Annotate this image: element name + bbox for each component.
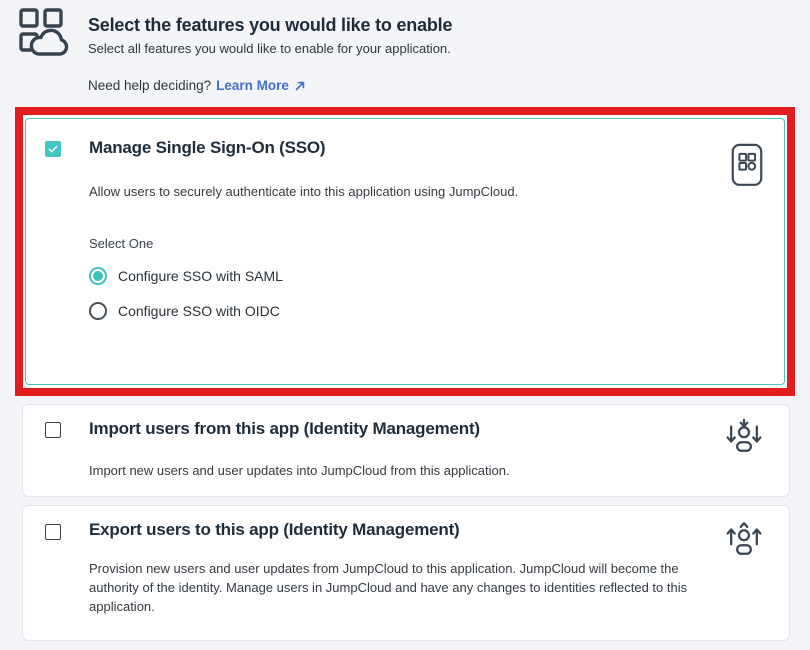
feature-title-sso: Manage Single Sign-On (SSO) bbox=[89, 138, 325, 158]
feature-card-sso: Manage Single Sign-On (SSO) Allow users … bbox=[25, 118, 785, 385]
feature-card-export-users: Export users to this app (Identity Manag… bbox=[22, 505, 790, 641]
help-prefix: Need help deciding? bbox=[88, 78, 211, 93]
highlight-annotation-box: Manage Single Sign-On (SSO) Allow users … bbox=[15, 107, 795, 396]
checkmark-icon bbox=[47, 143, 59, 155]
import-users-icon bbox=[725, 418, 763, 456]
page-title: Select the features you would like to en… bbox=[88, 15, 452, 36]
select-one-label: Select One bbox=[89, 236, 153, 251]
feature-title-export: Export users to this app (Identity Manag… bbox=[89, 520, 460, 540]
feature-desc-export: Provision new users and user updates fro… bbox=[89, 560, 713, 617]
feature-card-import-users: Import users from this app (Identity Man… bbox=[22, 404, 790, 497]
feature-desc-sso: Allow users to securely authenticate int… bbox=[89, 183, 518, 202]
radio-option-oidc[interactable]: Configure SSO with OIDC bbox=[89, 302, 280, 320]
learn-more-link[interactable]: Learn More bbox=[216, 78, 289, 93]
export-users-checkbox[interactable] bbox=[45, 524, 61, 540]
feature-desc-import: Import new users and user updates into J… bbox=[89, 462, 510, 481]
sso-checkbox[interactable] bbox=[45, 141, 61, 157]
feature-selection-panel: Select the features you would like to en… bbox=[0, 0, 810, 650]
sso-apps-icon bbox=[728, 143, 766, 187]
radio-saml-selected-icon[interactable] bbox=[89, 267, 107, 285]
export-users-icon bbox=[725, 521, 763, 559]
help-line: Need help deciding? Learn More bbox=[88, 78, 306, 93]
radio-oidc-label: Configure SSO with OIDC bbox=[118, 303, 280, 319]
import-users-checkbox[interactable] bbox=[45, 422, 61, 438]
radio-saml-label: Configure SSO with SAML bbox=[118, 268, 283, 284]
external-link-arrow-icon bbox=[294, 80, 306, 92]
apps-cloud-icon bbox=[17, 7, 71, 59]
feature-title-import: Import users from this app (Identity Man… bbox=[89, 419, 480, 439]
page-subtitle: Select all features you would like to en… bbox=[88, 41, 451, 56]
radio-oidc-unselected-icon[interactable] bbox=[89, 302, 107, 320]
radio-option-saml[interactable]: Configure SSO with SAML bbox=[89, 267, 283, 285]
